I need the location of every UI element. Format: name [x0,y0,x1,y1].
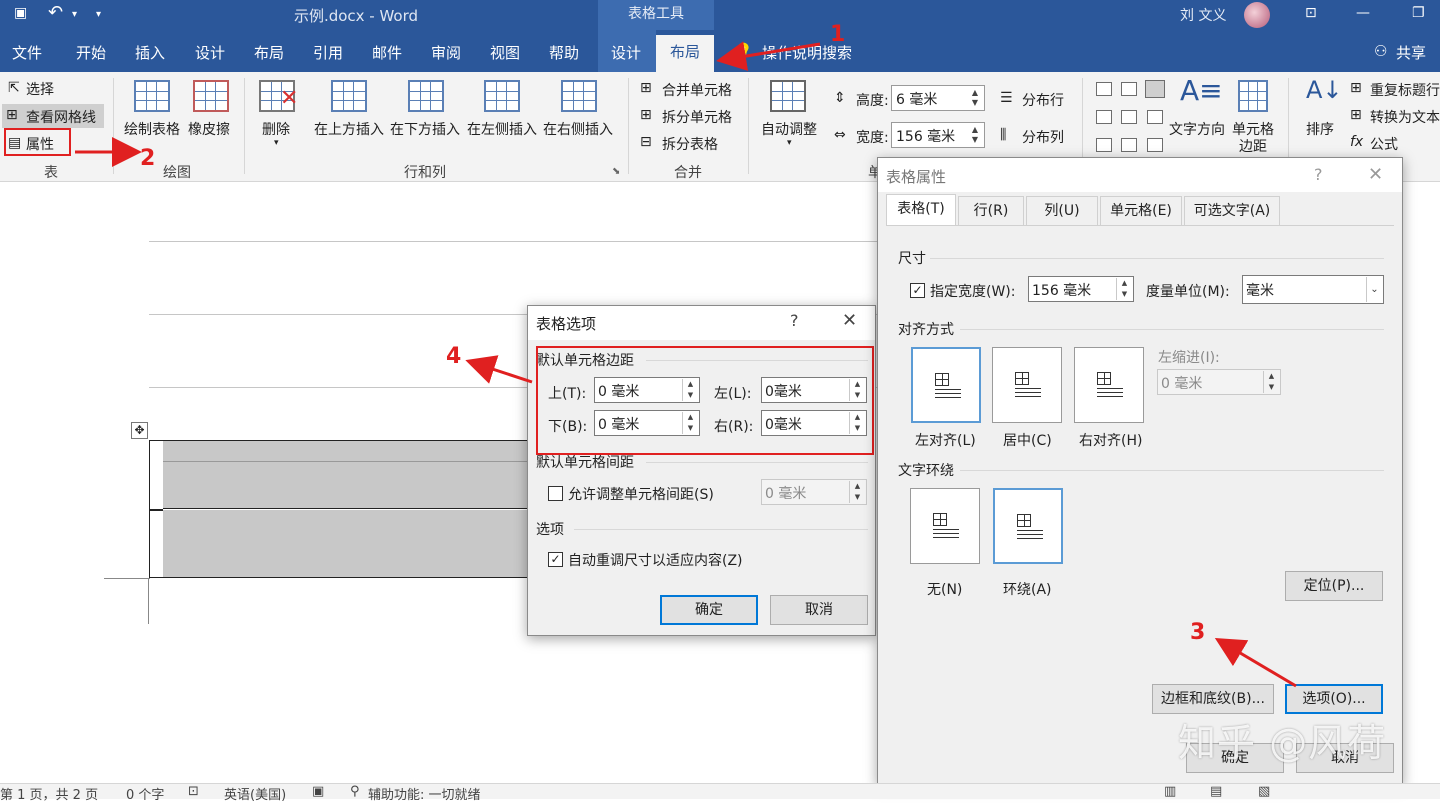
print-layout-icon[interactable]: ▤ [1210,784,1222,799]
watermark: 知乎 @风荷 [1178,721,1387,765]
annotation-arrow-4 [465,355,533,384]
status-bar: 第 1 页，共 2 页 0 个字 ⊡ 英语(美国) ▣ ⚲ 辅助功能: 一切就绪… [0,783,1440,803]
annotation-number-3: 3 [1190,620,1206,645]
accessibility-status[interactable]: 辅助功能: 一切就绪 [368,784,481,803]
read-mode-icon[interactable]: ▥ [1164,784,1176,799]
language-indicator[interactable]: 英语(美国) [224,784,286,803]
annotation-arrow-1 [716,41,821,71]
word-count[interactable]: 0 个字 [126,784,164,803]
accessibility-icon: ⚲ [350,784,360,799]
page-indicator[interactable]: 第 1 页，共 2 页 [0,784,98,803]
annotation-number-2: 2 [140,146,156,171]
web-layout-icon[interactable]: ▧ [1258,784,1270,799]
macro-icon[interactable]: ▣ [312,784,324,799]
annotation-number-4: 4 [446,344,462,369]
proofing-icon[interactable]: ⊡ [188,784,199,799]
annotation-arrow-3 [1214,637,1297,688]
annotation-number-1: 1 [830,22,846,47]
annotation-arrows [75,41,1297,688]
